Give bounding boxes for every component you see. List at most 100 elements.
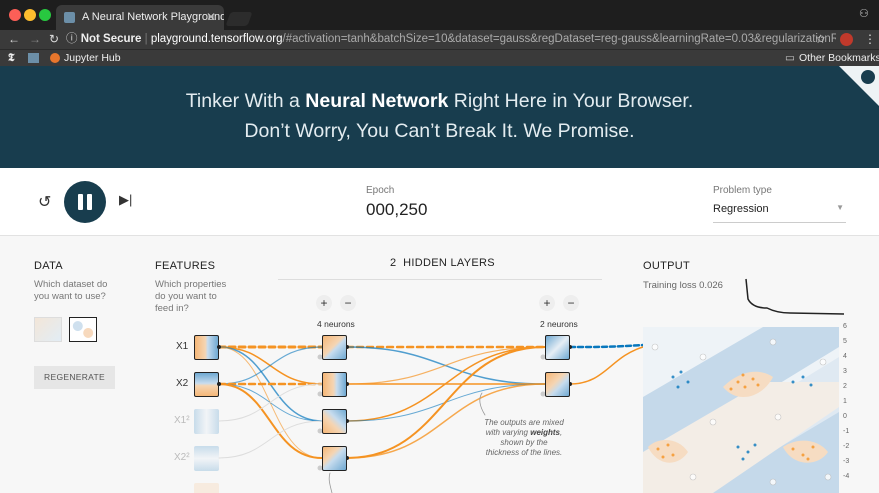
bookmark-other[interactable]: Other Bookmarks: [799, 50, 879, 66]
tab-favicon-icon: [64, 12, 75, 23]
epoch-label: Epoch: [366, 185, 395, 196]
axis-tick: -4: [843, 473, 850, 480]
reload-icon[interactable]: ↻: [49, 30, 59, 49]
hidden-layers-title: 2 HIDDEN LAYERS: [390, 257, 495, 269]
hero-header: Tinker With a Neural Network Right Here …: [0, 66, 879, 168]
axis-tick: 4: [843, 353, 847, 360]
pause-button[interactable]: [64, 181, 106, 223]
data-point: [809, 383, 813, 387]
data-point: [676, 385, 680, 389]
remove-neuron-layer2-button[interactable]: −: [563, 295, 579, 311]
data-point: [801, 375, 805, 379]
reset-icon[interactable]: ↺: [38, 192, 51, 212]
nyt-bookmark-icon[interactable]: 𝕿: [8, 50, 14, 66]
data-point: [661, 455, 665, 459]
data-point: [791, 380, 795, 384]
layer2-neuron-count: 2 neurons: [540, 319, 578, 329]
link: [218, 420, 323, 459]
link-node: [217, 382, 221, 386]
new-tab-button[interactable]: [225, 12, 253, 26]
forward-icon[interactable]: →: [29, 30, 41, 49]
axis-tick: -3: [843, 458, 850, 465]
add-neuron-layer1-button[interactable]: +: [316, 295, 332, 311]
loss-curve: [745, 278, 845, 315]
hidden-layers-divider: [278, 279, 602, 280]
data-point: [741, 457, 745, 461]
data-point: [709, 418, 717, 426]
problem-type-select[interactable]: Regression ▼: [713, 203, 846, 223]
weights-annotation: The outputs are mixed with varying weigh…: [484, 418, 564, 457]
neuron-l1-2[interactable]: [322, 372, 347, 397]
axis-tick: 1: [843, 398, 847, 405]
epoch-value: 000,250: [366, 200, 428, 219]
extension-icon[interactable]: [840, 33, 853, 46]
data-point: [806, 457, 810, 461]
add-neuron-layer2-button[interactable]: +: [539, 295, 555, 311]
data-point: [751, 377, 755, 381]
link: [218, 383, 323, 459]
axis-tick: 5: [843, 338, 847, 345]
data-point: [753, 443, 757, 447]
link-node: [217, 345, 221, 349]
menu-kebab-icon[interactable]: ⋮: [864, 30, 876, 49]
neuron-l1-3[interactable]: [322, 409, 347, 434]
axis-tick: 6: [843, 323, 847, 330]
neuron-l2-1[interactable]: [545, 335, 570, 360]
axis-tick: 3: [843, 368, 847, 375]
data-point: [801, 453, 805, 457]
url-path: /#activation=tanh&batchSize=10&dataset=g…: [282, 33, 836, 45]
link: [346, 346, 546, 385]
neuron-l2-2[interactable]: [545, 372, 570, 397]
hero-line-1: Tinker With a Neural Network Right Here …: [185, 90, 694, 112]
back-icon[interactable]: ←: [8, 30, 20, 49]
maximize-window-button[interactable]: [39, 9, 51, 21]
link: [568, 343, 645, 349]
browser-tab[interactable]: A Neural Network Playground ✕: [56, 5, 224, 30]
controls-bar: ↺ ▶| Epoch 000,250 Problem type Regressi…: [0, 168, 879, 236]
hero-line-2: Don’t Worry, You Can’t Break It. We Prom…: [244, 120, 635, 142]
profile-icon[interactable]: ⚇: [859, 7, 873, 21]
layer1-neuron-count: 4 neurons: [317, 319, 355, 329]
output-title: OUTPUT: [643, 260, 691, 272]
problem-type-value: Regression: [713, 203, 769, 215]
neuron-l1-1[interactable]: [322, 335, 347, 360]
data-point: [743, 385, 747, 389]
tab-bookmark-icon[interactable]: [28, 53, 39, 63]
data-point: [651, 343, 659, 351]
data-point: [729, 387, 733, 391]
address-bar[interactable]: ⓘ Not Secure | playground.tensorflow.org…: [66, 31, 836, 48]
problem-type-label: Problem type: [713, 185, 772, 196]
data-point: [736, 380, 740, 384]
data-point: [656, 447, 660, 451]
security-label: Not Secure: [80, 33, 142, 45]
info-icon[interactable]: ⓘ: [66, 33, 81, 45]
bookmark-star-icon[interactable]: ☆: [815, 30, 826, 49]
axis-tick: -1: [843, 428, 850, 435]
folder-icon: ▭: [785, 52, 795, 64]
data-point: [736, 445, 740, 449]
remove-neuron-layer1-button[interactable]: −: [340, 295, 356, 311]
data-point: [824, 473, 832, 481]
data-point: [819, 358, 827, 366]
data-point: [679, 370, 683, 374]
step-icon[interactable]: ▶|: [119, 192, 132, 208]
data-point: [746, 450, 750, 454]
github-icon[interactable]: [861, 70, 875, 84]
output-heatmap[interactable]: [643, 327, 839, 493]
neuron-l1-4[interactable]: [322, 446, 347, 471]
minimize-window-button[interactable]: [24, 9, 36, 21]
link: [218, 346, 323, 385]
data-point: [741, 373, 745, 377]
data-point: [756, 383, 760, 387]
data-point: [686, 380, 690, 384]
data-point: [791, 447, 795, 451]
data-point: [774, 413, 782, 421]
browser-toolbar: ← → ↻ ⓘ Not Secure | playground.tensorfl…: [0, 30, 879, 49]
tab-close-icon[interactable]: ✕: [206, 5, 216, 30]
url-host: playground.tensorflow.org: [150, 33, 283, 45]
axis-tick: 2: [843, 383, 847, 390]
bookmark-jupyter-hub[interactable]: Jupyter Hub: [64, 50, 121, 66]
bookmarks-bar: 𝕿 Jupyter Hub ▭ Other Bookmarks: [0, 49, 879, 66]
data-point: [671, 375, 675, 379]
close-window-button[interactable]: [9, 9, 21, 21]
